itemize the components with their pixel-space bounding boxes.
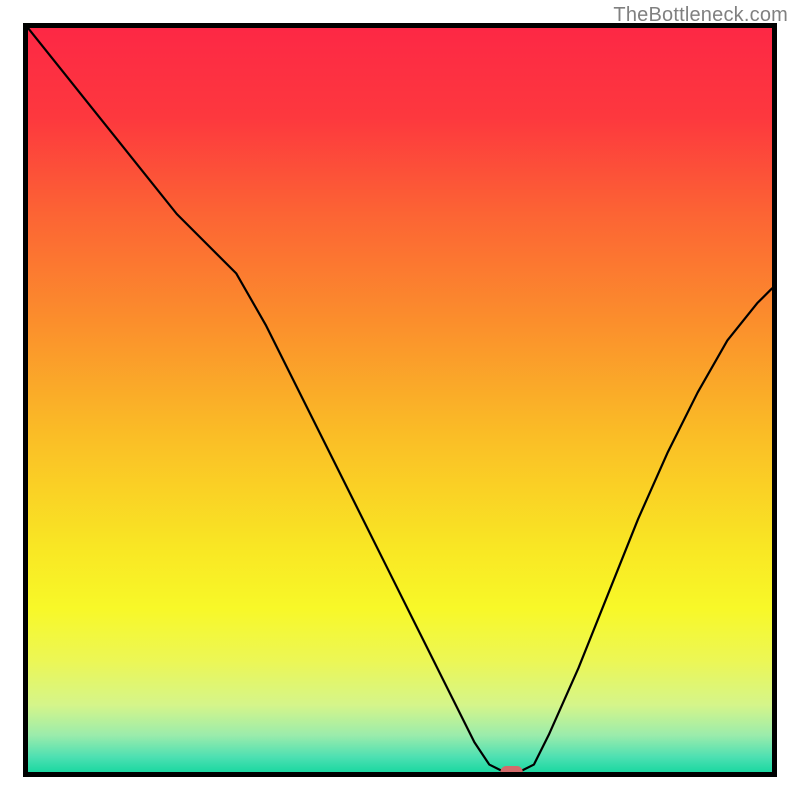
watermark-text: TheBottleneck.com — [613, 4, 788, 27]
chart-container: TheBottleneck.com — [0, 0, 800, 800]
gradient-background — [28, 28, 772, 772]
bottleneck-chart — [0, 0, 800, 800]
